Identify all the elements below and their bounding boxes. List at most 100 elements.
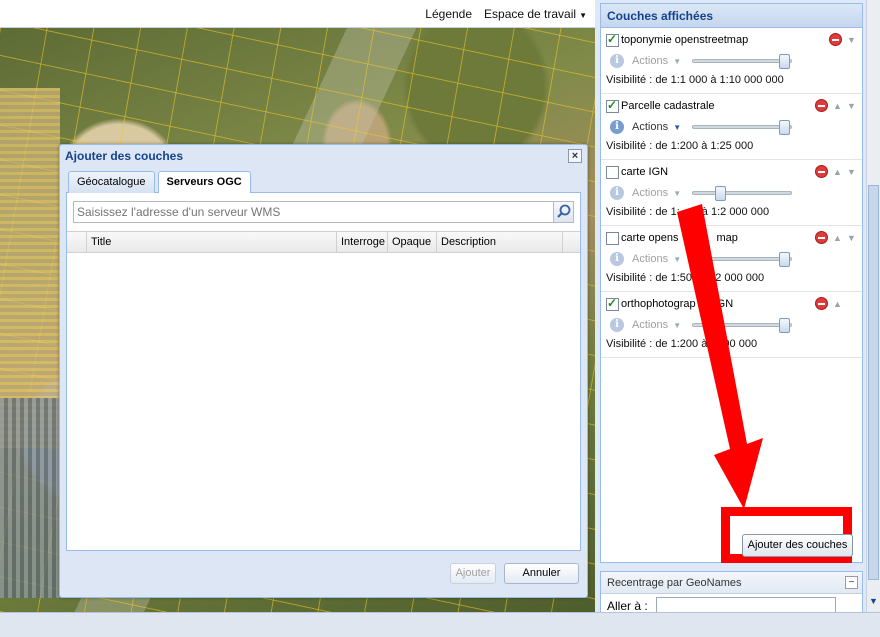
chevron-up-icon[interactable]: ▲: [833, 233, 842, 243]
search-button[interactable]: [553, 202, 573, 222]
geonames-title: Recentrage par GeoNames: [607, 577, 742, 589]
info-icon[interactable]: i: [610, 120, 624, 134]
column-queryable[interactable]: Interroge: [337, 232, 388, 252]
opacity-slider[interactable]: [692, 252, 792, 267]
tab-geocatalogue[interactable]: Géocatalogue: [68, 171, 155, 193]
layer-visibility-checkbox[interactable]: [606, 296, 619, 311]
add-button[interactable]: Ajouter: [450, 563, 496, 584]
actions-label: Actions: [632, 253, 669, 265]
opacity-slider[interactable]: [692, 120, 792, 135]
grid-checkbox-column: [67, 232, 87, 252]
actions-label: Actions: [632, 319, 669, 331]
layer-visibility-checkbox[interactable]: [606, 32, 619, 47]
chevron-up-icon[interactable]: ▲: [833, 167, 842, 177]
tab-ogc-servers[interactable]: Serveurs OGC: [157, 171, 251, 194]
visibility-start: Visibilité : de 1:: [606, 206, 680, 218]
status-bar: [0, 612, 880, 637]
layer-visibility-checkbox[interactable]: [606, 165, 619, 179]
dialog-title: Ajouter des couches: [65, 149, 184, 163]
actions-label: Actions: [632, 187, 669, 199]
info-icon[interactable]: i: [610, 252, 624, 266]
layer-actions-menu[interactable]: Actions ▼: [632, 55, 681, 67]
visibility-start: Visibilité : de 1:50: [606, 272, 693, 284]
actions-label: Actions: [632, 55, 669, 67]
opacity-slider[interactable]: [692, 186, 792, 201]
chevron-down-icon: ▼: [671, 321, 682, 330]
panel-title: Couches affichées: [601, 4, 862, 28]
slider-thumb[interactable]: [779, 120, 790, 135]
chevron-down-icon[interactable]: ▼: [847, 101, 856, 111]
layer-item: carte IGN ▲ ▼ i Actions ▼ Visibilité : d…: [601, 160, 862, 226]
remove-layer-icon[interactable]: [815, 99, 828, 112]
collapse-icon[interactable]: −: [845, 576, 858, 589]
layer-visibility-checkbox[interactable]: [606, 231, 619, 245]
visibility-end: 000 000: [717, 338, 758, 350]
add-layers-button[interactable]: Ajouter des couches: [742, 534, 853, 557]
layer-visibility-range: Visibilité : de 1:1 000 à 1:10 000 000: [606, 74, 784, 86]
grid-filler-column: [563, 232, 580, 252]
displayed-layers-panel: Couches affichées toponymie openstreetma…: [600, 3, 863, 563]
slider-thumb[interactable]: [779, 318, 790, 333]
chevron-up-icon[interactable]: ▲: [833, 299, 842, 309]
layer-item: carte opens map ▲ ▼ i Actions ▼ Visibili…: [601, 226, 862, 292]
remove-layer-icon[interactable]: [829, 33, 842, 46]
urban-area: [0, 88, 60, 448]
layer-name: toponymie openstreetmap: [621, 34, 749, 46]
slider-thumb[interactable]: [779, 252, 790, 267]
visibility-end: 1:2 000 000: [706, 272, 765, 284]
info-icon[interactable]: i: [610, 54, 624, 68]
layer-actions-menu[interactable]: Actions ▼: [632, 187, 681, 199]
chevron-down-icon[interactable]: ▼: [847, 233, 856, 243]
chevron-down-icon: ▼: [671, 123, 682, 132]
chevron-down-icon: ▼: [579, 10, 587, 20]
column-title[interactable]: Title: [87, 232, 337, 252]
remove-layer-icon[interactable]: [815, 165, 828, 178]
layer-name-end: IGN: [713, 298, 734, 310]
goto-label: Aller à :: [607, 598, 648, 613]
column-description[interactable]: Description: [437, 232, 563, 252]
add-layers-dialog: Ajouter des couches × Géocatalogue Serve…: [59, 144, 588, 598]
scrollbar-thumb[interactable]: [868, 185, 879, 580]
chevron-up-icon[interactable]: ▲: [833, 101, 842, 111]
remove-layer-icon[interactable]: [815, 231, 828, 244]
visibility-start: Visibilité : de 1:200 à: [606, 338, 708, 350]
layer-actions-menu[interactable]: Actions ▼: [632, 319, 681, 331]
wms-search-field: [73, 201, 574, 223]
slider-thumb[interactable]: [779, 54, 790, 69]
chevron-down-icon[interactable]: ▼: [847, 167, 856, 177]
layer-visibility-range: Visibilité : de 1:200 à 1:25 000: [606, 140, 754, 152]
search-icon: [557, 204, 571, 218]
legend-button[interactable]: Légende: [425, 7, 472, 21]
chevron-down-icon: ▼: [671, 255, 682, 264]
opacity-slider[interactable]: [692, 318, 792, 333]
layer-visibility-range: Visibilité : de 1:50 1:2 000 000: [606, 272, 857, 284]
slider-thumb[interactable]: [715, 186, 726, 201]
layer-visibility-range: Visibilité : de 1: à 1:2 000 000: [606, 206, 857, 218]
vertical-scrollbar[interactable]: ▼: [866, 0, 880, 612]
info-icon[interactable]: i: [610, 186, 624, 200]
layer-name: carte IGN: [621, 166, 669, 178]
layer-name: carte opens: [621, 232, 679, 244]
tab-content: Title Interroge Opaque Description: [66, 193, 581, 551]
layer-item: Parcelle cadastrale ▲ ▼ i Actions ▼ Visi…: [601, 94, 862, 160]
chevron-down-icon[interactable]: ▼: [847, 35, 856, 45]
layer-visibility-checkbox[interactable]: [606, 98, 619, 113]
info-icon[interactable]: i: [610, 318, 624, 332]
opacity-slider[interactable]: [692, 54, 792, 69]
close-icon[interactable]: ×: [568, 149, 582, 163]
cancel-button[interactable]: Annuler: [504, 563, 579, 584]
dialog-tabs: Géocatalogue Serveurs OGC: [66, 171, 581, 194]
layer-visibility-range: Visibilité : de 1:200 à 000 000: [606, 338, 857, 350]
layer-name: orthophotograp: [621, 298, 696, 310]
geonames-panel: Recentrage par GeoNames − Aller à :: [600, 571, 863, 616]
chevron-down-icon: ▼: [671, 189, 682, 198]
workspace-menu[interactable]: Espace de travail ▼: [484, 7, 587, 21]
column-opaque[interactable]: Opaque: [388, 232, 437, 252]
layer-actions-menu[interactable]: Actions ▼: [632, 253, 681, 265]
remove-layer-icon[interactable]: [815, 297, 828, 310]
wms-server-input[interactable]: [74, 202, 558, 222]
scroll-down-icon[interactable]: ▼: [869, 596, 878, 606]
layer-item: toponymie openstreetmap ▼ i Actions ▼ Vi…: [601, 28, 862, 94]
layer-actions-menu[interactable]: Actions ▼: [632, 121, 681, 133]
chevron-down-icon: ▼: [671, 57, 682, 66]
